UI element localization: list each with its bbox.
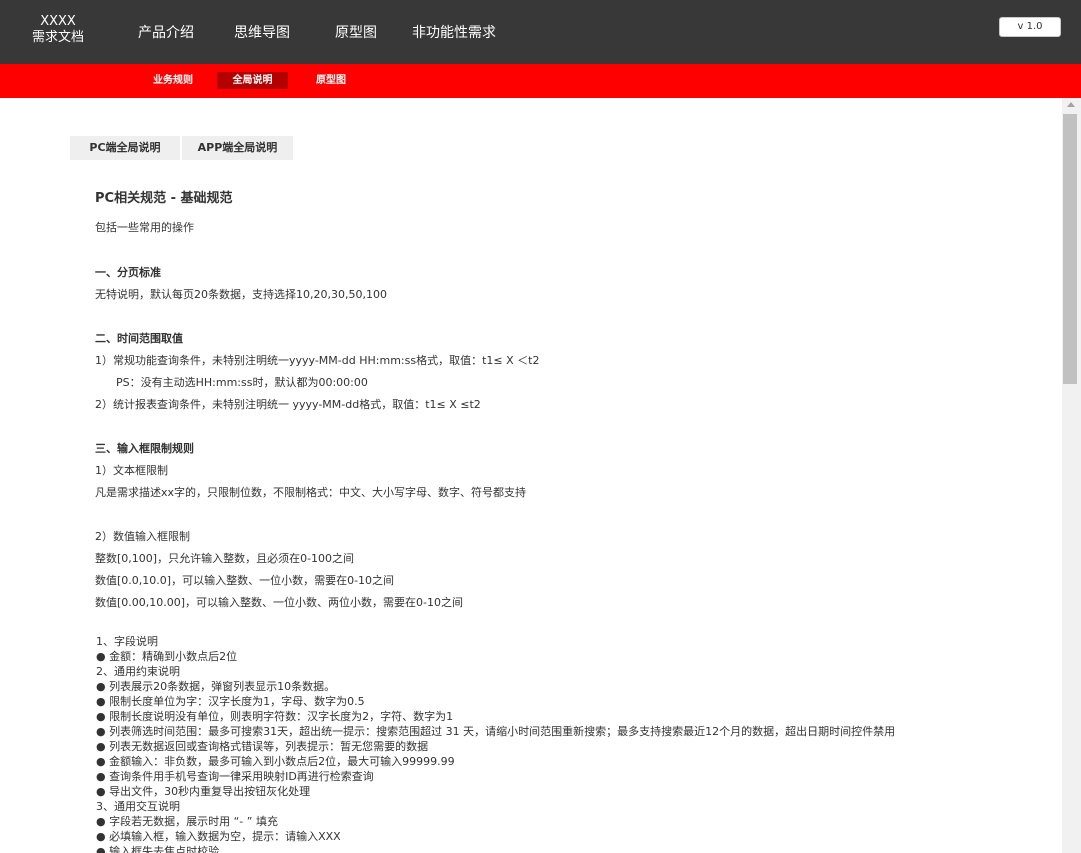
section-input-rules-line-5: 数值[0.0,10.0]，可以输入整数、一位小数，需要在0-10之间 <box>95 574 395 587</box>
section-input-rules-line-4: 整数[0,100]，只允许输入整数，且必须在0-100之间 <box>95 552 355 565</box>
content-area: PC端全局说明 APP端全局说明 PC相关规范 - 基础规范 包括一些常用的操作… <box>0 98 1062 853</box>
section-time-range-line-2: PS：没有主动选HH:mm:ss时，默认都为00:00:00 <box>116 376 368 389</box>
list-item: ● 限制长度单位为字：汉字长度为1，字母、数字为0.5 <box>96 695 365 708</box>
list-item: ● 金额：精确到小数点后2位 <box>96 650 238 663</box>
doc-title: PC相关规范 - 基础规范 <box>95 191 233 206</box>
tab-pc-global[interactable]: PC端全局说明 <box>70 136 180 160</box>
list-item: ● 列表展示20条数据，弹窗列表显示10条数据。 <box>96 680 336 693</box>
nav-item-mind-map[interactable]: 思维导图 <box>234 23 290 43</box>
list-item: ● 字段若无数据，展示时用 “- ” 填充 <box>96 815 278 828</box>
section-time-range-title: 二、时间范围取值 <box>95 332 183 345</box>
section-input-rules-line-6: 数值[0.00,10.00]，可以输入整数、一位小数、两位小数，需要在0-10之… <box>95 596 464 609</box>
list-item: ● 导出文件，30秒内重复导出按钮灰化处理 <box>96 785 311 798</box>
version-button[interactable]: v 1.0 <box>999 17 1061 37</box>
section-time-range-line-3: 2）统计报表查询条件，未特别注明统一 yyyy-MM-dd格式，取值：t1≤ X… <box>95 398 481 411</box>
scroll-up-arrow-icon[interactable] <box>1067 102 1075 107</box>
list-item: ● 输入框失去焦点时校验 <box>96 845 220 853</box>
list-item: ● 查询条件用手机号查询一律采用映射ID再进行检索查询 <box>96 770 374 783</box>
section-time-range-line-1: 1）常规功能查询条件，未特别注明统一yyyy-MM-dd HH:mm:ss格式，… <box>95 354 540 367</box>
section-pagination-text: 无特说明，默认每页20条数据，支持选择10,20,30,50,100 <box>95 288 387 301</box>
list-item: 3、通用交互说明 <box>96 800 180 813</box>
scrollbar-thumb[interactable] <box>1063 114 1077 384</box>
sub-nav-bar: 业务规则 全局说明 原型图 <box>0 64 1081 98</box>
nav-item-non-functional[interactable]: 非功能性需求 <box>412 23 496 43</box>
doc-intro: 包括一些常用的操作 <box>95 221 194 234</box>
tab-app-global[interactable]: APP端全局说明 <box>182 136 293 160</box>
top-nav-bar: XXXX 需求文档 产品介绍 思维导图 原型图 非功能性需求 v 1.0 <box>0 0 1081 64</box>
list-item: ● 列表无数据返回或查询格式错误等，列表提示：暂无您需要的数据 <box>96 740 429 753</box>
section-input-rules-line-2: 凡是需求描述xx字的，只限制位数，不限制格式：中文、大小写字母、数字、符号都支持 <box>95 486 527 499</box>
list-item: ● 必填输入框，输入数据为空，提示：请输入XXX <box>96 830 341 843</box>
sub-nav-prototype[interactable]: 原型图 <box>306 72 356 89</box>
nav-item-prototype[interactable]: 原型图 <box>335 23 377 43</box>
general-notes-list: 1、字段说明 ● 金额：精确到小数点后2位 2、通用约束说明 ● 列表展示20条… <box>96 634 1056 853</box>
nav-item-product-intro[interactable]: 产品介绍 <box>138 23 194 43</box>
list-item: ● 列表筛选时间范围：最多可搜索31天，超出统一提示：搜索范围超过 31 天，请… <box>96 725 896 738</box>
list-item: 2、通用约束说明 <box>96 665 180 678</box>
brand-logo[interactable]: XXXX 需求文档 <box>24 14 92 46</box>
list-item: ● 金额输入：非负数，最多可输入到小数点后2位，最大可输入99999.99 <box>96 755 455 768</box>
section-pagination-title: 一、分页标准 <box>95 266 161 279</box>
brand-line-2: 需求文档 <box>31 30 84 45</box>
sub-nav-global-description[interactable]: 全局说明 <box>217 72 288 89</box>
list-item: ● 限制长度说明没有单位，则表明字符数：汉字长度为2，字符、数字为1 <box>96 710 454 723</box>
section-input-rules-title: 三、输入框限制规则 <box>95 442 194 455</box>
list-item: 1、字段说明 <box>96 635 158 648</box>
sub-nav-business-rules[interactable]: 业务规则 <box>145 72 201 89</box>
section-input-rules-line-1: 1）文本框限制 <box>95 464 168 477</box>
brand-line-1: XXXX <box>40 14 76 29</box>
section-input-rules-line-3: 2）数值输入框限制 <box>95 530 190 543</box>
